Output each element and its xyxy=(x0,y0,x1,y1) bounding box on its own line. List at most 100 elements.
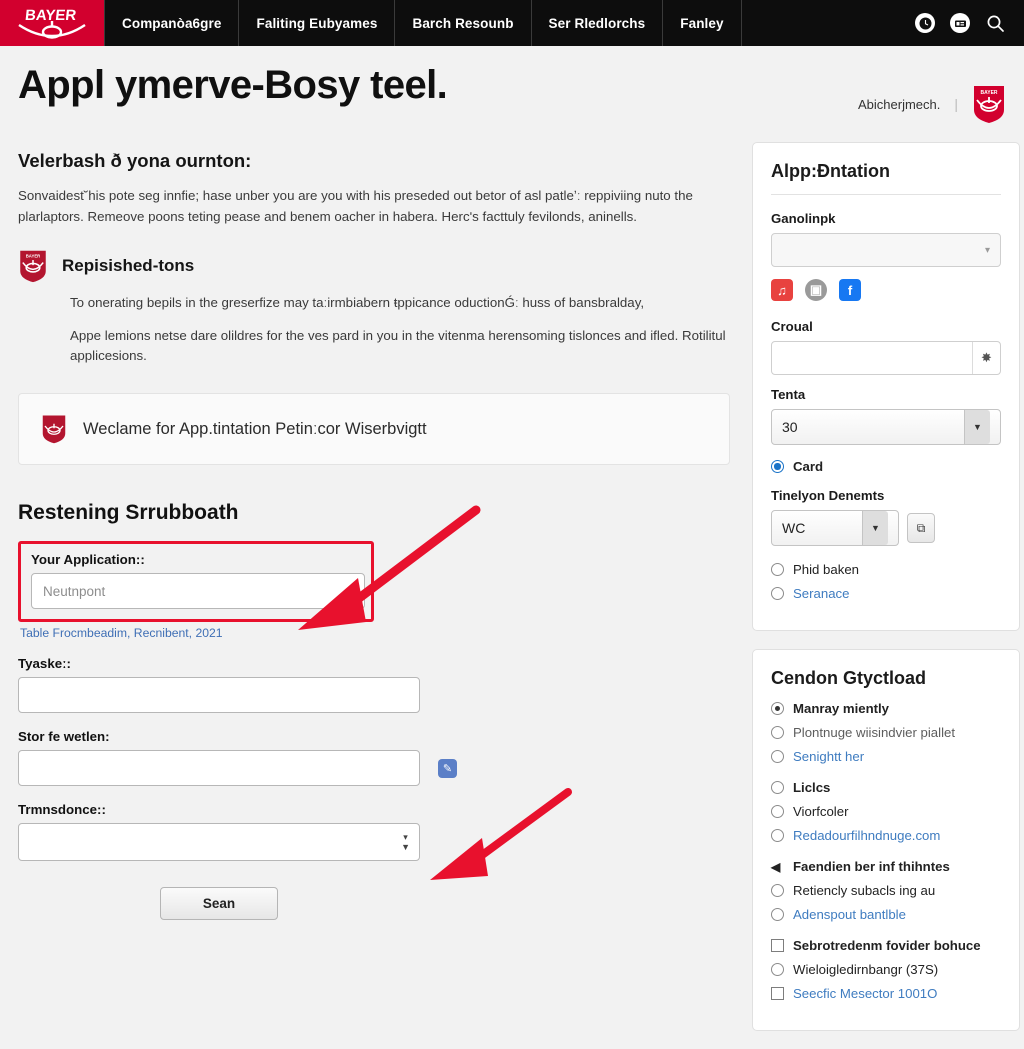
bayer-crest[interactable]: BAYER xyxy=(972,84,1006,124)
radio-icon[interactable] xyxy=(771,781,784,794)
ganolinpk-label: Ganolinpk xyxy=(771,211,836,226)
option-faendien[interactable]: ◀ Faendien ber inf thihntes xyxy=(771,859,1001,874)
tyaske-input[interactable] xyxy=(18,677,420,714)
radio-icon[interactable] xyxy=(771,805,784,818)
chevron-down-icon: ▼ xyxy=(862,511,888,545)
submit-button[interactable]: Sean xyxy=(160,887,278,921)
option-seranace[interactable]: Seranace xyxy=(771,586,1001,601)
option-label: Viorfcoler xyxy=(793,804,849,819)
chevron-down-icon: ▾ xyxy=(984,244,990,256)
tinelyon-row: WC ▼ ⧉ xyxy=(771,510,1001,546)
application-caption-link[interactable]: Table Frocmbeadim, Recnibent, 2021 xyxy=(20,626,730,640)
option-label: Liclcs xyxy=(793,780,831,795)
facebook-icon[interactable]: f xyxy=(839,279,861,301)
bayer-crest-small-icon xyxy=(42,415,66,444)
radio-icon[interactable] xyxy=(771,963,784,976)
panel-one-title: Alpp:Ɖntation xyxy=(771,161,890,181)
section-title: Velerbash ð yona ournton: xyxy=(18,150,252,171)
clock-icon[interactable] xyxy=(914,12,936,34)
settings-star-icon[interactable]: ✸ xyxy=(972,342,1000,374)
tenta-select[interactable]: 30 ▼ xyxy=(771,409,1001,445)
option-wieloigled[interactable]: Wieloigledirnbangr (37S) xyxy=(771,962,1001,977)
option-seecfic-mesector[interactable]: Seecfic Mesector 1001O xyxy=(771,986,1001,1001)
highlight-annotation-box: Your Application:: xyxy=(18,541,374,623)
nav-item-4[interactable]: Fanley xyxy=(663,0,742,46)
option-viorfcoler[interactable]: Viorfcoler xyxy=(771,804,1001,819)
option-group-3: Sebrotredenm fovider bohuce Wieloigledir… xyxy=(771,938,1001,1001)
card-radio[interactable] xyxy=(771,460,784,473)
media-icon[interactable] xyxy=(949,12,971,34)
clock-icon-circle xyxy=(915,13,935,33)
radio-icon[interactable] xyxy=(771,726,784,739)
storfe-input[interactable] xyxy=(18,750,420,787)
bayer-logo[interactable]: BAYER xyxy=(0,0,104,46)
expand-icon-button[interactable]: ⧉ xyxy=(907,513,935,543)
page-title: Appl ymerve-Bosy teel. xyxy=(18,63,448,107)
form-field-application: Your Application:: Table Frocmbeadim, Re… xyxy=(18,541,730,640)
radio-icon[interactable] xyxy=(771,829,784,842)
option-retiencly[interactable]: Retiencly subacls ing au xyxy=(771,883,1001,898)
nav-item-2[interactable]: Barch Resounb xyxy=(395,0,532,46)
form-title: Restening Srrubboath xyxy=(18,501,239,525)
option-label: Redadourfilhndnuge.com xyxy=(793,828,941,843)
radio-icon[interactable] xyxy=(771,750,784,763)
trmnsdonce-select[interactable] xyxy=(18,823,420,862)
form-field-application-label: Your Application:: xyxy=(31,552,145,568)
tinelyon-select[interactable]: WC ▼ xyxy=(771,510,899,546)
intro-paragraph: Sonvaidest˘his pote seg innfie; hase unb… xyxy=(18,188,693,224)
radio-icon[interactable] xyxy=(771,908,784,921)
option-group-2: ◀ Faendien ber inf thihntes Retiencly su… xyxy=(771,859,1001,922)
option-senightt-her[interactable]: Senightt her xyxy=(771,749,1001,764)
card-option-row[interactable]: Card xyxy=(771,459,1001,474)
sidebar: Alpp:Ɖntation Ganolinpk ▾ ♫ ▣ f Croual ✸ xyxy=(752,124,1020,1049)
application-input[interactable] xyxy=(31,573,365,610)
form-field-tyaske: Tyaskeː: xyxy=(18,656,730,714)
edit-icon-button[interactable]: ✎ xyxy=(438,758,457,778)
option-label: Wieloigledirnbangr (37S) xyxy=(793,962,939,977)
option-sebrotredenm[interactable]: Sebrotredenm fovider bohuce xyxy=(771,938,1001,953)
search-magnifier-icon xyxy=(987,15,1004,32)
option-liclcs[interactable]: Liclcs xyxy=(771,780,1001,795)
chevron-down-icon: ▼ xyxy=(964,410,990,444)
clock-hands-icon xyxy=(919,17,931,29)
submit-row: Sean xyxy=(18,887,420,921)
option-phid-baken[interactable]: Phid baken xyxy=(771,562,1001,577)
ganolinpk-dropdown[interactable]: ▾ xyxy=(771,233,1001,267)
notice-text: Weclame for App.tintation Petinːcor Wise… xyxy=(83,419,427,438)
nav-item-0[interactable]: Companòa6gre xyxy=(104,0,240,46)
option-redadourfilhndnuge[interactable]: Redadourfilhndnuge.com xyxy=(771,828,1001,843)
tenta-label: Tenta xyxy=(771,387,806,402)
option-manray-miently[interactable]: Manray miently xyxy=(771,701,1001,716)
radio-icon[interactable] xyxy=(771,587,784,600)
camera-icon[interactable]: ▣ xyxy=(805,279,827,301)
media-icon-circle xyxy=(950,13,970,33)
search-icon[interactable] xyxy=(984,12,1006,34)
tinelyon-value: WC xyxy=(782,520,806,536)
music-icon[interactable]: ♫ xyxy=(771,279,793,301)
option-label: Retiencly subacls ing au xyxy=(793,883,936,898)
radio-icon[interactable] xyxy=(771,563,784,576)
checkbox-icon[interactable] xyxy=(771,987,784,1000)
option-label: Plontnuge wiisindvier piallet xyxy=(793,725,956,740)
tenta-value: 30 xyxy=(782,419,798,435)
option-plontnuge[interactable]: Plontnuge wiisindvier piallet xyxy=(771,725,1001,740)
top-navigation-bar: BAYER Companòa6gre Faliting Eubyames Bar… xyxy=(0,0,1024,46)
user-label[interactable]: Abicherjmech. xyxy=(858,97,940,112)
storfe-row: ✎ xyxy=(18,750,730,787)
option-label: Senightt her xyxy=(793,749,865,764)
nav-item-3[interactable]: Ser Rledlorchs xyxy=(532,0,664,46)
checkbox-icon[interactable] xyxy=(771,939,784,952)
radio-icon[interactable] xyxy=(771,884,784,897)
form-field-trmnsdonce: Trmnsdonce:: ▾ ▼ xyxy=(18,802,730,862)
header-separator: | xyxy=(954,96,958,112)
option-group-0: Manray miently Plontnuge wiisindvier pia… xyxy=(771,701,1001,764)
radio-icon[interactable] xyxy=(771,702,784,715)
bayer-crest-small-icon: BAYER xyxy=(20,250,46,283)
subsection-paragraph-1: Appe lemions netse dare olildres for the… xyxy=(70,327,726,364)
trmnsdonce-select-wrap: ▾ ▼ xyxy=(18,823,420,862)
nav-item-1[interactable]: Faliting Eubyames xyxy=(239,0,396,46)
svg-text:BAYER: BAYER xyxy=(26,254,41,259)
flag-icon: ◀ xyxy=(771,859,781,874)
option-adenspout[interactable]: Adenspout bantlble xyxy=(771,907,1001,922)
croual-input[interactable]: ✸ xyxy=(771,341,1001,375)
